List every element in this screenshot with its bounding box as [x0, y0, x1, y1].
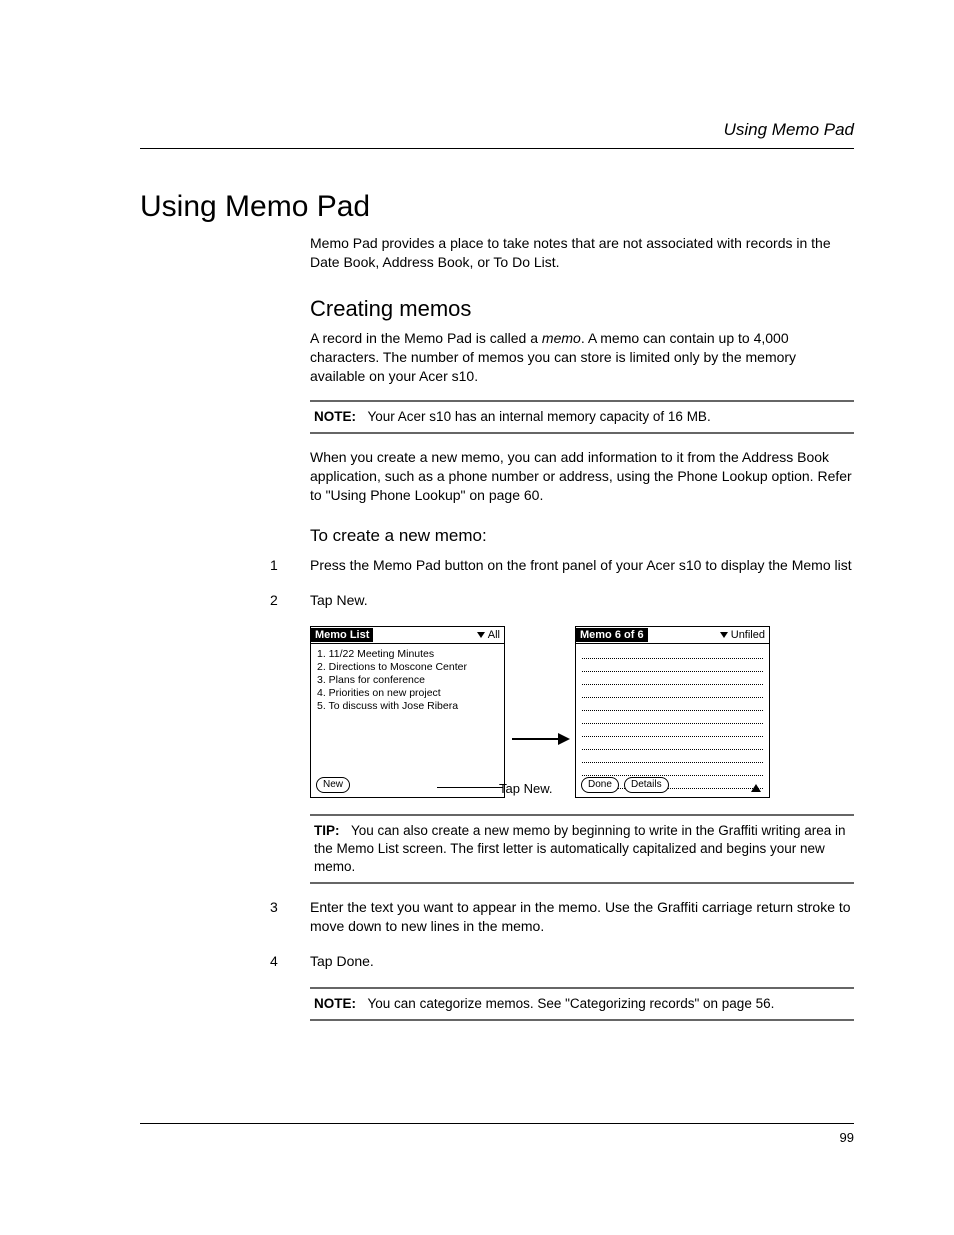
- memo-def: A record in the Memo Pad is called a mem…: [310, 329, 854, 386]
- step-text: Tap New.: [310, 591, 854, 610]
- tip-wrap: TIP: You can also create a new memo by b…: [310, 814, 854, 885]
- running-header: Using Memo Pad: [140, 120, 854, 149]
- memo-list-screen: Memo List All 1. 11/22 Meeting Minutes 2…: [310, 626, 505, 798]
- list-item[interactable]: 5. To discuss with Jose Ribera: [317, 700, 498, 713]
- memo-edit-body[interactable]: [576, 644, 769, 789]
- note2-wrap: NOTE: You can categorize memos. See "Cat…: [310, 987, 854, 1021]
- note-box-2: NOTE: You can categorize memos. See "Cat…: [310, 987, 854, 1021]
- step-1: 1 Press the Memo Pad button on the front…: [270, 556, 854, 575]
- arrow-right-icon: [510, 731, 570, 747]
- note-label: NOTE:: [314, 996, 356, 1011]
- section-heading: Creating memos: [310, 294, 854, 324]
- note-text: Your Acer s10 has an internal memory cap…: [368, 409, 711, 424]
- step-text: Press the Memo Pad button on the front p…: [310, 556, 854, 575]
- tap-new-label: Tap New.: [499, 781, 552, 796]
- memo-edit-screen: Memo 6 of 6 Unfiled Done Details: [575, 626, 770, 798]
- page-number: 99: [140, 1123, 854, 1145]
- step-num: 4: [270, 952, 310, 971]
- list-item[interactable]: 4. Priorities on new project: [317, 687, 498, 700]
- phone-lookup-p: When you create a new memo, you can add …: [310, 448, 854, 505]
- category-dropdown[interactable]: Unfiled: [720, 629, 769, 641]
- tip-label: TIP:: [314, 823, 340, 838]
- step-text: Enter the text you want to appear in the…: [310, 898, 854, 936]
- category-dropdown-label: Unfiled: [731, 629, 765, 641]
- chevron-down-icon: [720, 632, 728, 638]
- intro-block: Memo Pad provides a place to take notes …: [310, 234, 854, 548]
- category-dropdown[interactable]: All: [477, 629, 504, 641]
- tip-box: TIP: You can also create a new memo by b…: [310, 814, 854, 885]
- step-num: 3: [270, 898, 310, 936]
- list-item[interactable]: 2. Directions to Moscone Center: [317, 661, 498, 674]
- body: Using Memo Pad Memo Pad provides a place…: [140, 190, 854, 1021]
- note-box-1: NOTE: Your Acer s10 has an internal memo…: [310, 400, 854, 434]
- step-num: 2: [270, 591, 310, 610]
- memo-list-body: 1. 11/22 Meeting Minutes 2. Directions t…: [311, 644, 504, 718]
- steps-3-4: 3 Enter the text you want to appear in t…: [270, 898, 854, 971]
- memo-def-a: A record in the Memo Pad is called a: [310, 330, 542, 346]
- note-label: NOTE:: [314, 409, 356, 424]
- category-dropdown-label: All: [488, 629, 500, 641]
- step-2: 2 Tap New.: [270, 591, 854, 610]
- step-num: 1: [270, 556, 310, 575]
- figure: Memo List All 1. 11/22 Meeting Minutes 2…: [310, 626, 854, 798]
- page: Using Memo Pad Using Memo Pad Memo Pad p…: [0, 0, 954, 1235]
- tip-text: You can also create a new memo by beginn…: [314, 823, 846, 874]
- details-button[interactable]: Details: [624, 777, 669, 793]
- new-button[interactable]: New: [316, 777, 350, 793]
- page-title: Using Memo Pad: [140, 190, 854, 224]
- callout-line: [437, 787, 503, 788]
- step-4: 4 Tap Done.: [270, 952, 854, 971]
- note-text: You can categorize memos. See "Categoriz…: [368, 996, 775, 1011]
- steps-1-2: 1 Press the Memo Pad button on the front…: [270, 556, 854, 610]
- done-button[interactable]: Done: [581, 777, 619, 793]
- memo-def-em: memo: [542, 330, 581, 346]
- scroll-up-icon[interactable]: [751, 784, 761, 792]
- step-text: Tap Done.: [310, 952, 854, 971]
- chevron-down-icon: [477, 632, 485, 638]
- figure-arrow: Tap New.: [505, 626, 575, 798]
- memo-list-titlebar: Memo List All: [311, 627, 504, 644]
- memo-list-title: Memo List: [311, 628, 373, 642]
- list-item[interactable]: 1. 11/22 Meeting Minutes: [317, 648, 498, 661]
- step-3: 3 Enter the text you want to appear in t…: [270, 898, 854, 936]
- memo-edit-title: Memo 6 of 6: [576, 628, 648, 642]
- memo-edit-titlebar: Memo 6 of 6 Unfiled: [576, 627, 769, 644]
- intro-text: Memo Pad provides a place to take notes …: [310, 234, 854, 272]
- procedure-heading: To create a new memo:: [310, 525, 854, 548]
- list-item[interactable]: 3. Plans for conference: [317, 674, 498, 687]
